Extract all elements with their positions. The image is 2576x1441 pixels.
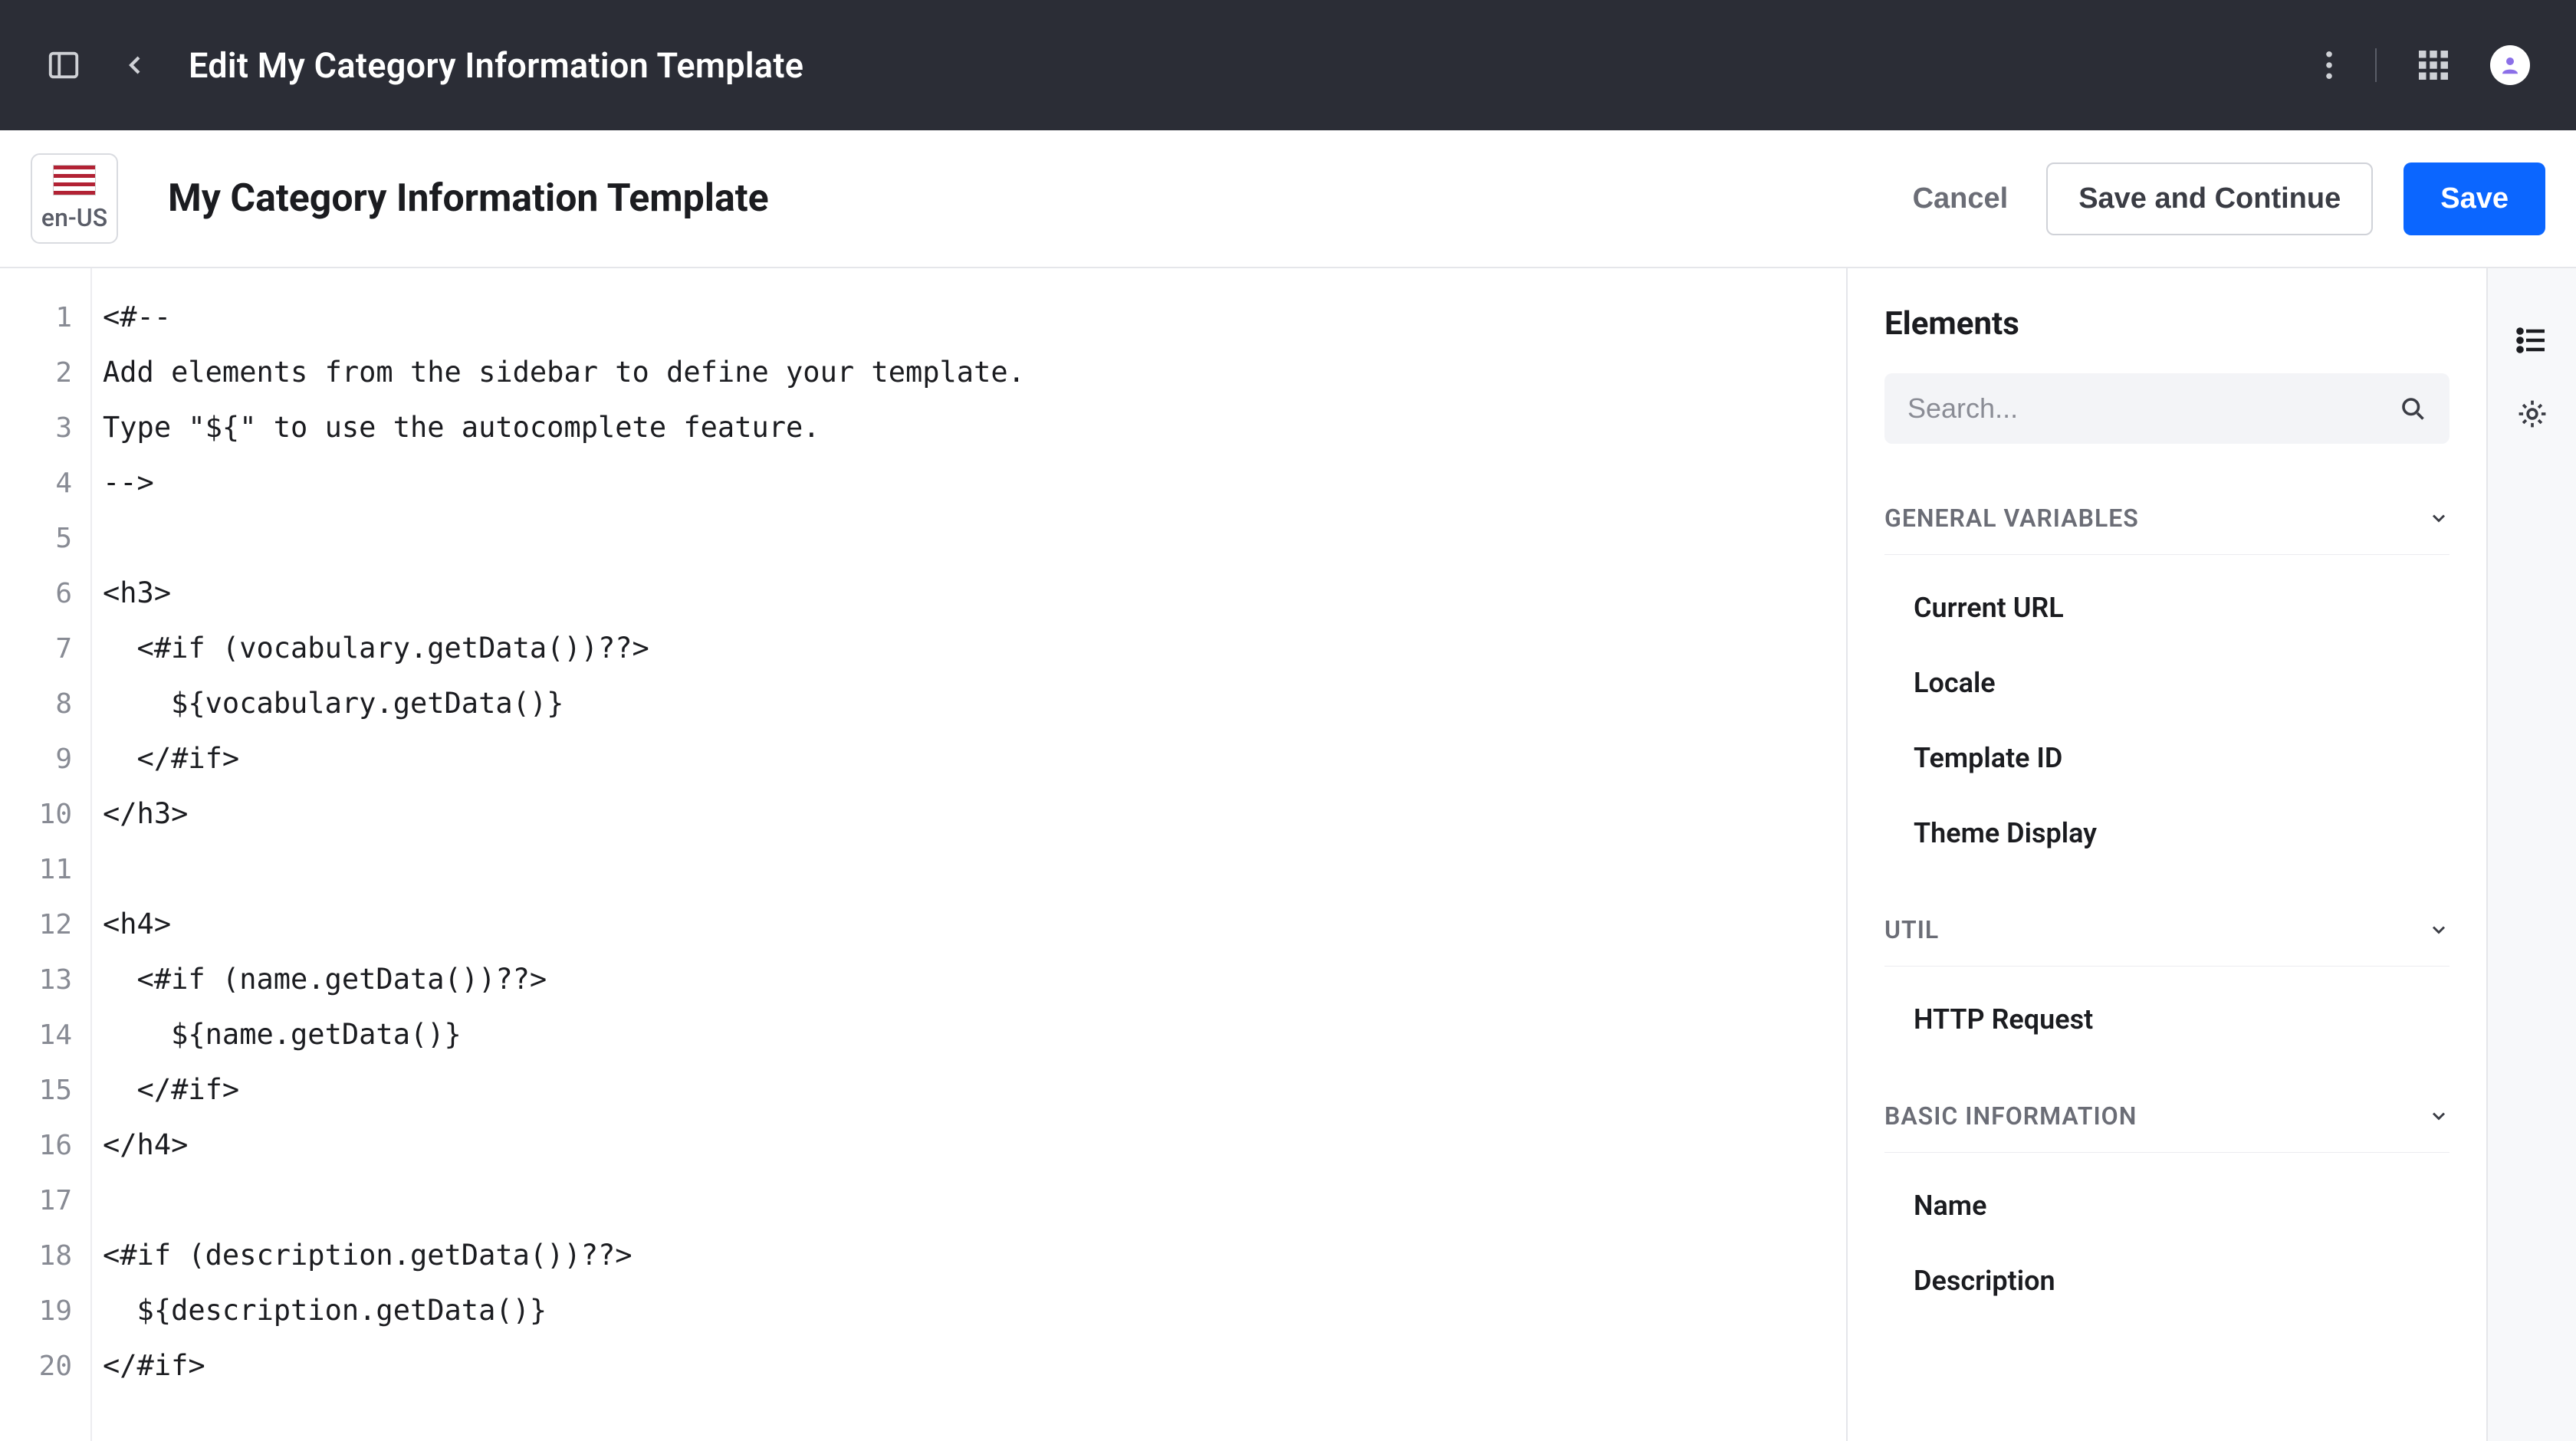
code-line[interactable] [103,510,1846,566]
page-title: My Category Information Template [168,176,769,221]
line-number: 12 [0,897,90,952]
settings-gear-icon[interactable] [2515,397,2549,431]
locale-selector[interactable]: en-US [31,153,118,244]
code-line[interactable] [103,1173,1846,1228]
back-icon[interactable] [120,50,150,80]
line-number: 14 [0,1007,90,1062]
sidebar-title: Elements [1884,305,2450,343]
code-line[interactable]: Type "${" to use the autocomplete featur… [103,400,1846,455]
sidebar-item[interactable]: Name [1884,1168,2450,1243]
code-line[interactable]: <#if (vocabulary.getData())??> [103,621,1846,676]
sidebar-item[interactable]: HTTP Request [1884,982,2450,1057]
line-number: 18 [0,1228,90,1283]
line-number: 5 [0,510,90,566]
code-line[interactable]: <#-- [103,290,1846,345]
code-line[interactable]: </#if> [103,1338,1846,1393]
search-icon [2399,395,2426,422]
line-number: 20 [0,1338,90,1393]
save-button[interactable]: Save [2404,162,2545,235]
elements-sidebar: Elements GENERAL VARIABLES Current URLLoc… [1848,268,2488,1441]
line-number: 7 [0,621,90,676]
code-line[interactable]: </h4> [103,1118,1846,1173]
sidebar-item[interactable]: Current URL [1884,570,2450,645]
section-header[interactable]: UTIL [1884,894,2450,967]
code-line[interactable]: <h3> [103,566,1846,621]
save-continue-button[interactable]: Save and Continue [2046,162,2373,235]
list-view-icon[interactable] [2514,322,2551,359]
code-line[interactable] [103,842,1846,897]
code-line[interactable]: ${vocabulary.getData()} [103,676,1846,731]
code-line[interactable]: <#if (description.getData())??> [103,1228,1846,1283]
section-label: UTIL [1884,915,1939,944]
panel-toggle-icon[interactable] [46,48,81,83]
line-number: 11 [0,842,90,897]
more-options-icon[interactable] [2325,51,2333,80]
code-line[interactable]: </#if> [103,731,1846,786]
code-line[interactable]: <h4> [103,897,1846,952]
locale-code: en-US [41,203,107,232]
line-number: 6 [0,566,90,621]
line-number: 13 [0,952,90,1007]
sidebar-item[interactable]: Template ID [1884,720,2450,796]
sidebar-item[interactable]: Description [1884,1243,2450,1318]
code-line[interactable]: ${name.getData()} [103,1007,1846,1062]
avatar[interactable] [2490,45,2530,85]
sidebar-item[interactable]: Theme Display [1884,796,2450,871]
line-number: 19 [0,1283,90,1338]
line-number: 10 [0,786,90,842]
page-header-title: Edit My Category Information Template [189,45,803,86]
line-number: 8 [0,676,90,731]
sidebar-item[interactable]: Locale [1884,645,2450,720]
line-number: 16 [0,1118,90,1173]
chevron-down-icon [2428,919,2450,940]
section-header[interactable]: GENERAL VARIABLES [1884,482,2450,555]
section-header[interactable]: BASIC INFORMATION [1884,1080,2450,1153]
code-content[interactable]: <#--Add elements from the sidebar to def… [92,268,1846,1441]
code-line[interactable]: <#if (name.getData())??> [103,952,1846,1007]
section-label: BASIC INFORMATION [1884,1101,2137,1131]
code-line[interactable]: ${description.getData()} [103,1283,1846,1338]
chevron-down-icon [2428,1105,2450,1127]
code-editor[interactable]: 1234567891011121314151617181920 <#--Add … [0,268,1848,1441]
line-number-gutter: 1234567891011121314151617181920 [0,268,92,1441]
line-number: 3 [0,400,90,455]
chevron-down-icon [2428,507,2450,529]
code-line[interactable]: </h3> [103,786,1846,842]
sidebar-search[interactable] [1884,373,2450,444]
vertical-separator [2375,48,2377,82]
line-number: 1 [0,290,90,345]
line-number: 9 [0,731,90,786]
line-number: 4 [0,455,90,510]
line-number: 2 [0,345,90,400]
right-rail [2488,268,2576,1441]
code-line[interactable]: </#if> [103,1062,1846,1118]
section-label: GENERAL VARIABLES [1884,504,2139,533]
line-number: 15 [0,1062,90,1118]
flag-us-icon [53,165,96,195]
code-line[interactable]: Add elements from the sidebar to define … [103,345,1846,400]
search-input[interactable] [1907,392,2399,425]
line-number: 17 [0,1173,90,1228]
apps-grid-icon[interactable] [2419,51,2448,80]
cancel-button[interactable]: Cancel [1905,167,2016,231]
code-line[interactable]: --> [103,455,1846,510]
